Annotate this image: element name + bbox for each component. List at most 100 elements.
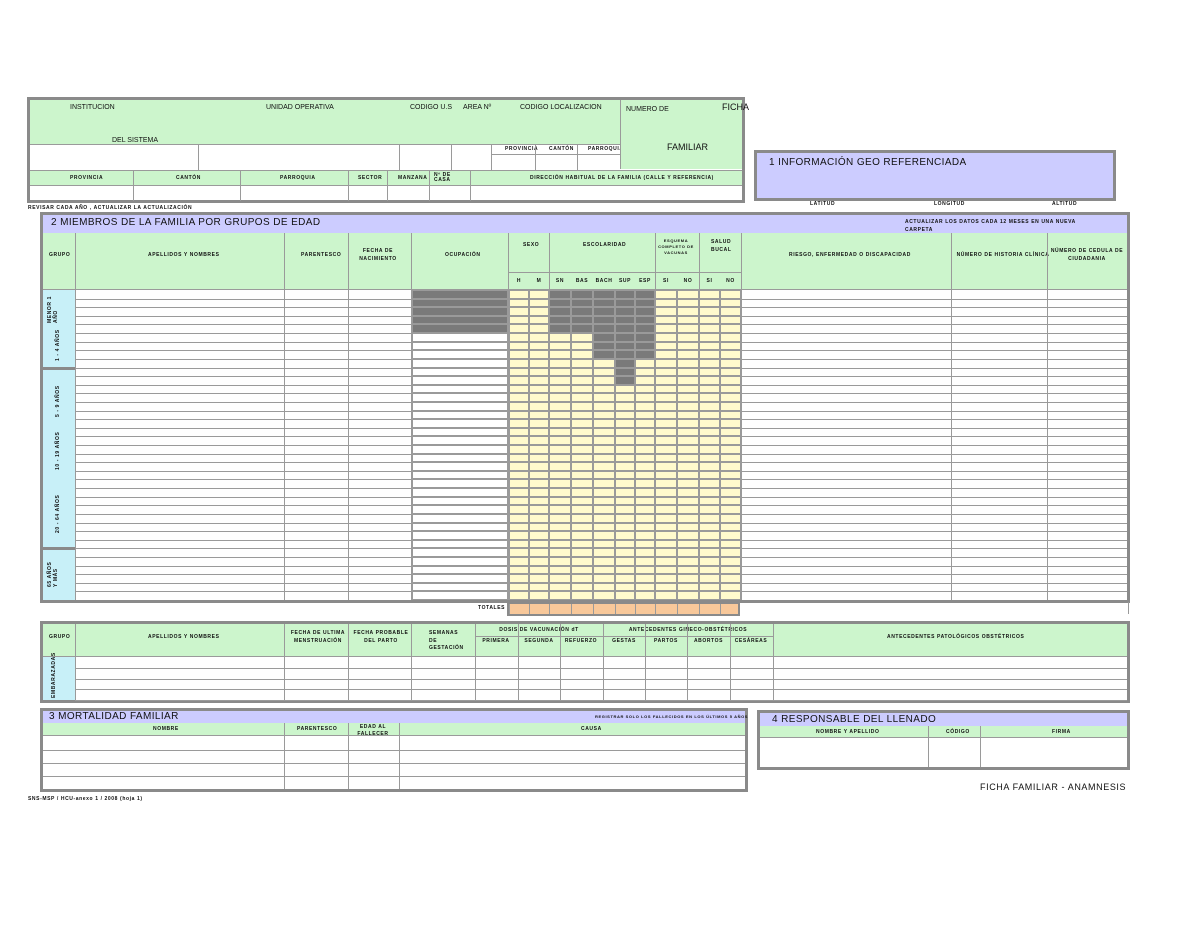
grid-cell bbox=[412, 505, 508, 514]
grid-cell bbox=[529, 488, 549, 497]
preg-col-abortos: ABORTOS bbox=[693, 638, 724, 644]
grid-cell bbox=[635, 376, 655, 385]
grid-cell bbox=[655, 523, 677, 531]
longitud-label: LONGITUD bbox=[934, 201, 965, 207]
preg-col-segunda: SEGUNDA bbox=[524, 638, 554, 644]
grid-cell bbox=[593, 402, 615, 411]
grid-cell bbox=[655, 324, 677, 333]
grid-cell bbox=[509, 290, 529, 299]
grid-cell bbox=[509, 428, 529, 436]
group-5-9: 5 - 9 AÑOS bbox=[55, 385, 61, 417]
mort-col-edad: EDAD AL FALLECER bbox=[357, 724, 389, 737]
grid-cell bbox=[720, 299, 741, 307]
grid-cell bbox=[529, 591, 549, 600]
grid-cell bbox=[615, 497, 635, 505]
grid-cell bbox=[615, 514, 635, 523]
col-riesgo: RIESGO, ENFERMEDAD O DISCAPACIDAD bbox=[789, 252, 911, 258]
grid-cell bbox=[655, 479, 677, 488]
grid-cell bbox=[593, 574, 615, 583]
grid-cell bbox=[529, 402, 549, 411]
group-10-19: 10 - 19 AÑOS bbox=[55, 431, 61, 470]
col-cedula: NÚMERO DE CEDULA DE CIUDADANIA bbox=[1050, 248, 1124, 262]
grid-cell bbox=[509, 479, 529, 488]
grid-cell bbox=[549, 299, 571, 307]
grid-cell bbox=[720, 419, 741, 428]
mort-col-parentesco: PARENTESCO bbox=[297, 726, 338, 732]
grid-cell bbox=[571, 428, 593, 436]
grid-cell bbox=[635, 445, 655, 454]
grid-cell bbox=[412, 557, 508, 566]
grid-cell bbox=[549, 454, 571, 462]
grid-cell bbox=[615, 505, 635, 514]
grid-cell bbox=[635, 299, 655, 307]
grid-cell bbox=[571, 583, 593, 591]
area-label: AREA Nº bbox=[463, 104, 492, 111]
grid-cell bbox=[635, 333, 655, 342]
grid-cell bbox=[593, 350, 615, 359]
grid-cell bbox=[677, 393, 699, 402]
grid-cell bbox=[720, 557, 741, 566]
grid-cell bbox=[699, 479, 720, 488]
grid-cell bbox=[509, 514, 529, 523]
col-escolaridad: ESCOLARIDAD bbox=[583, 242, 627, 248]
grid-cell bbox=[593, 505, 615, 514]
grid-cell bbox=[677, 505, 699, 514]
grid-cell bbox=[529, 307, 549, 316]
total-cell-divider bbox=[720, 604, 721, 614]
grid-cell bbox=[677, 462, 699, 471]
grid-cell bbox=[412, 548, 508, 557]
grid-cell bbox=[412, 523, 508, 531]
grid-cell bbox=[677, 376, 699, 385]
col-sexo: SEXO bbox=[523, 242, 540, 248]
grid-cell bbox=[635, 462, 655, 471]
grid-cell bbox=[677, 548, 699, 557]
totales-label: TOTALES bbox=[478, 605, 506, 611]
update-note: ACTUALIZAR LOS DATOS CADA 12 MESES EN UN… bbox=[905, 219, 1076, 233]
grid-cell bbox=[720, 376, 741, 385]
altitud-label: ALTITUD bbox=[1052, 201, 1078, 207]
grid-cell bbox=[720, 531, 741, 540]
grid-cell bbox=[593, 548, 615, 557]
grid-cell bbox=[549, 402, 571, 411]
members-title: 2 MIEMBROS DE LA FAMILIA POR GRUPOS DE E… bbox=[51, 217, 321, 228]
grid-cell bbox=[677, 497, 699, 505]
grid-cell bbox=[412, 342, 508, 350]
grid-cell bbox=[635, 540, 655, 548]
grid-cell bbox=[412, 376, 508, 385]
grid-cell bbox=[699, 419, 720, 428]
grid-cell bbox=[720, 324, 741, 333]
grid-cell bbox=[615, 557, 635, 566]
grid-cell bbox=[699, 540, 720, 548]
grid-cell bbox=[699, 428, 720, 436]
grid-cell bbox=[699, 359, 720, 368]
localizacion-sub-3: PARROQUIA bbox=[588, 146, 624, 152]
grid-cell bbox=[677, 436, 699, 445]
group-menor-1: MENOR 1 AÑO bbox=[47, 296, 59, 323]
grid-cell bbox=[655, 488, 677, 497]
grid-cell bbox=[615, 436, 635, 445]
grid-cell bbox=[720, 393, 741, 402]
grid-cell bbox=[699, 548, 720, 557]
grid-cell bbox=[615, 479, 635, 488]
grid-cell bbox=[720, 290, 741, 299]
grid-cell bbox=[549, 514, 571, 523]
grid-cell bbox=[549, 290, 571, 299]
grid-cell bbox=[593, 299, 615, 307]
grid-cell bbox=[615, 591, 635, 600]
grid-cell bbox=[509, 307, 529, 316]
grid-cell bbox=[635, 393, 655, 402]
grid-cell bbox=[655, 445, 677, 454]
grid-cell bbox=[529, 428, 549, 436]
grid-cell bbox=[635, 523, 655, 531]
grid-cell bbox=[529, 583, 549, 591]
grid-cell bbox=[412, 479, 508, 488]
grid-cell bbox=[615, 428, 635, 436]
grid-cell bbox=[549, 333, 571, 342]
grid-cell bbox=[699, 488, 720, 497]
grid-cell bbox=[593, 445, 615, 454]
grid-cell bbox=[529, 393, 549, 402]
grid-cell bbox=[529, 419, 549, 428]
grid-cell bbox=[699, 307, 720, 316]
grid-cell bbox=[571, 402, 593, 411]
grid-cell bbox=[677, 574, 699, 583]
